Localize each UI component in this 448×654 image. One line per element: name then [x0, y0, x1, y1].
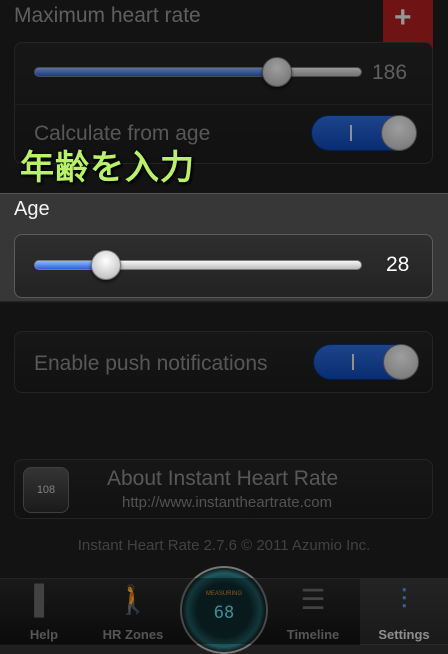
- annotation-caption: 年齢を入力: [20, 149, 195, 187]
- age-label: Age: [14, 198, 50, 220]
- push-notifications-label: Enable push notifications: [34, 352, 268, 375]
- about-panel[interactable]: 108 About Instant Heart Rate http://www.…: [14, 459, 433, 519]
- calculate-from-age-toggle[interactable]: [311, 115, 417, 151]
- age-section: Age 28: [0, 193, 448, 303]
- sliders-icon: ⫶: [400, 584, 408, 615]
- book-icon: ▌: [34, 584, 54, 615]
- about-url-link[interactable]: http://www.instantheartrate.com: [122, 494, 332, 511]
- toggle-on-mark: [350, 125, 352, 141]
- measure-button[interactable]: MEASURING 68: [180, 566, 268, 654]
- push-notifications-panel: Enable push notifications: [14, 331, 433, 393]
- measure-bpm-value: 68: [213, 603, 235, 623]
- app-icon-value: 108: [36, 484, 56, 496]
- push-notifications-toggle[interactable]: [313, 344, 419, 380]
- tab-help-label: Help: [29, 627, 59, 642]
- max-heart-rate-title: Maximum heart rate: [14, 4, 201, 27]
- measure-status-text: MEASURING: [205, 591, 243, 597]
- tab-help[interactable]: ▌ Help: [0, 579, 88, 645]
- tab-settings[interactable]: ⫶ Settings: [360, 579, 448, 645]
- age-value: 28: [386, 253, 410, 276]
- divider: [15, 104, 432, 105]
- plus-icon: +: [394, 1, 412, 34]
- copyright-text: Instant Heart Rate 2.7.6 © 2011 Azumio I…: [77, 537, 371, 554]
- age-slider[interactable]: [34, 260, 362, 270]
- tab-timeline-label: Timeline: [286, 627, 340, 642]
- toggle-thumb[interactable]: [383, 344, 419, 380]
- walking-person-icon: 🚶: [115, 584, 151, 615]
- age-slider-knob[interactable]: [91, 250, 122, 280]
- tab-timeline[interactable]: ☰ Timeline: [270, 579, 356, 645]
- tab-hr-zones[interactable]: 🚶 HR Zones: [90, 579, 176, 645]
- toggle-on-mark: [352, 354, 354, 370]
- max-heart-rate-slider-fill: [35, 68, 278, 76]
- tab-settings-label: Settings: [378, 627, 430, 642]
- about-title[interactable]: About Instant Heart Rate: [107, 467, 338, 491]
- age-slider-box: 28: [14, 234, 433, 298]
- max-heart-rate-slider[interactable]: [34, 67, 362, 77]
- max-heart-rate-slider-knob[interactable]: [261, 57, 292, 87]
- app-icon: 108: [23, 467, 69, 513]
- list-icon: ☰: [300, 584, 326, 615]
- toggle-thumb[interactable]: [381, 115, 417, 151]
- tab-hr-zones-label: HR Zones: [102, 627, 164, 642]
- max-heart-rate-value: 186: [372, 61, 408, 84]
